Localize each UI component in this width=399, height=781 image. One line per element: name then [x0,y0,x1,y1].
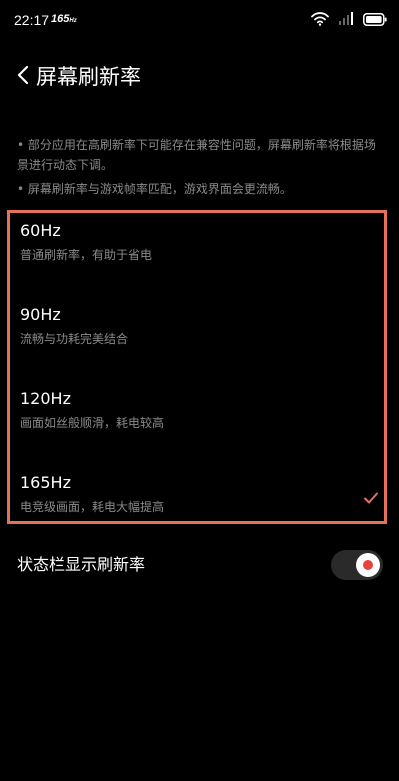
option-description: 普通刷新率，有助于省电 [20,248,153,262]
back-button[interactable] [12,64,34,90]
status-bar-refresh-toggle[interactable] [331,550,383,580]
toggle-knob [356,553,380,577]
status-icons [311,11,387,29]
wifi-icon [311,11,329,30]
option-165hz[interactable]: 165Hz 电竞级画面，耗电大幅提高 [20,473,380,533]
option-description: 画面如丝般顺滑，耗电较高 [20,416,165,430]
option-90hz[interactable]: 90Hz 流畅与功耗完美结合 [20,305,380,365]
refresh-rate-options: 60Hz 普通刷新率，有助于省电 90Hz 流畅与功耗完美结合 120Hz 画面… [7,210,387,524]
header: 屏幕刷新率 [0,56,399,100]
chevron-left-icon [17,65,29,89]
option-title: 165Hz [20,473,71,492]
note-compatibility: • 部分应用在高刷新率下可能存在兼容性问题，屏幕刷新率将根据场景进行动态下调。 [17,138,376,172]
option-title: 120Hz [20,389,71,408]
option-description: 电竞级画面，耗电大幅提高 [20,500,165,514]
option-title: 60Hz [20,221,61,240]
toggle-on-dot [363,560,373,570]
refresh-rate-value: 165 [51,13,70,25]
battery-icon [363,11,387,30]
toggle-label: 状态栏显示刷新率 [17,555,146,574]
status-time: 22:17 [14,12,50,28]
option-description: 流畅与功耗完美结合 [20,332,129,346]
signal-icon [339,11,353,30]
status-bar: 22:17 165Hz [0,0,399,40]
status-bar-refresh-toggle-row: 状态栏显示刷新率 [0,540,399,592]
notes: • 部分应用在高刷新率下可能存在兼容性问题，屏幕刷新率将根据场景进行动态下调。 … [17,135,387,199]
option-120hz[interactable]: 120Hz 画面如丝般顺滑，耗电较高 [20,389,380,449]
note-game-framerate: • 屏幕刷新率与游戏帧率匹配，游戏界面会更流畅。 [17,182,292,196]
refresh-rate-unit: Hz [69,18,77,24]
refresh-rate-indicator: 165Hz [51,13,77,25]
option-60hz[interactable]: 60Hz 普通刷新率，有助于省电 [20,221,380,281]
checkmark-icon [362,489,380,507]
option-title: 90Hz [20,305,61,324]
page-title: 屏幕刷新率 [36,65,141,89]
